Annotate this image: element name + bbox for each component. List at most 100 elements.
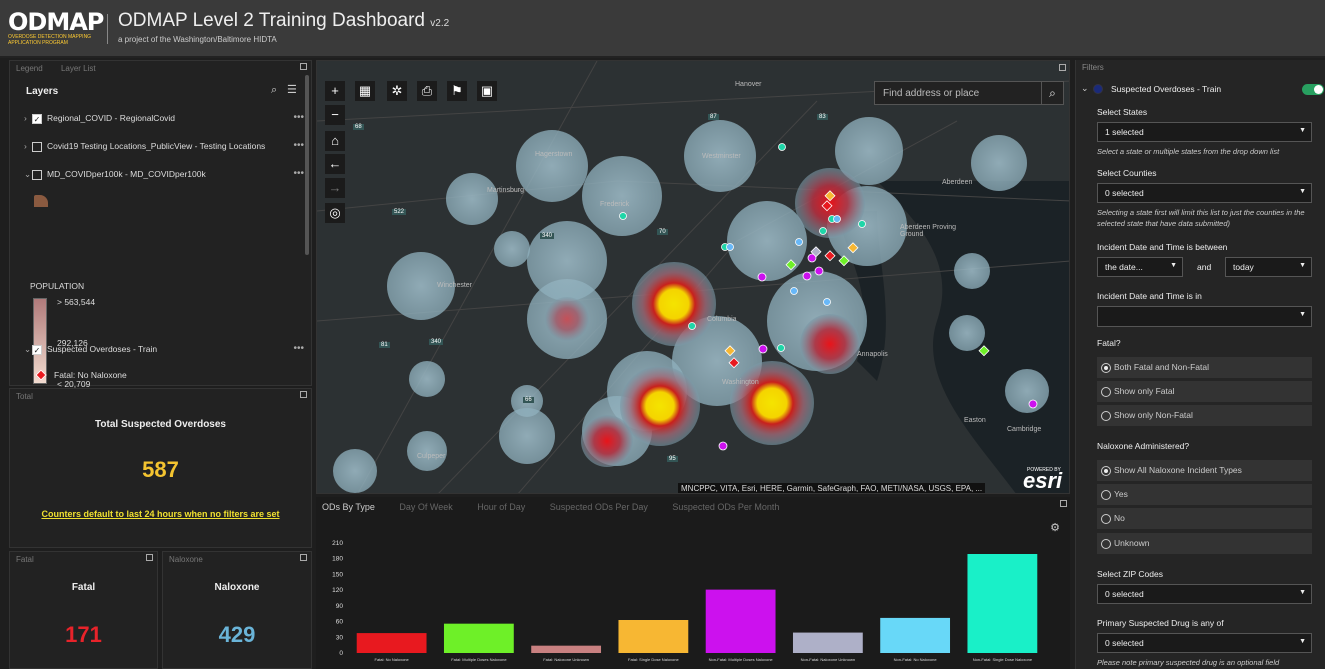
radio-button[interactable] [1101, 465, 1111, 476]
layer-filter-toggle[interactable] [1302, 84, 1324, 95]
route-shield: 66 [523, 397, 534, 403]
layer-list-button[interactable]: ✲ [387, 81, 407, 101]
radio-button[interactable] [1101, 410, 1111, 421]
app-title: ODMAP Level 2 Training Dashboard v2.2 [118, 10, 449, 32]
radio-button[interactable] [1101, 513, 1111, 524]
bar[interactable] [356, 633, 427, 653]
maximize-icon[interactable] [146, 554, 153, 561]
app-version: v2.2 [430, 18, 450, 29]
route-shield: 83 [817, 114, 828, 120]
maximize-icon[interactable] [300, 391, 307, 398]
place-label: Cambridge [1007, 426, 1042, 433]
layer-row-testing-locations[interactable]: › Covid19 Testing Locations_PublicView - … [24, 139, 304, 153]
zip-select[interactable]: 0 selected ▼ [1097, 584, 1312, 604]
naloxone-option-all[interactable]: Show All Naloxone Incident Types [1097, 460, 1312, 481]
total-value: 587 [142, 457, 179, 482]
forward-arrow-button[interactable]: → [325, 178, 345, 198]
locate-button[interactable]: ◎ [325, 203, 345, 223]
maximize-icon[interactable] [300, 63, 307, 70]
states-select[interactable]: 1 selected ▼ [1097, 122, 1312, 142]
layer-checkbox[interactable] [32, 169, 42, 180]
collapse-caret-icon[interactable]: ⌄ [24, 342, 32, 356]
bar[interactable] [618, 620, 689, 653]
layer-checkbox[interactable]: ✓ [32, 344, 42, 355]
radio-button[interactable] [1101, 538, 1111, 549]
layer-row-md-covid[interactable]: ⌄ MD_COVIDper100k - MD_COVIDper100k ••• [24, 167, 304, 181]
bar[interactable] [967, 554, 1038, 653]
radio-button[interactable] [1101, 362, 1111, 373]
map-search[interactable]: ⌕ [874, 81, 1064, 105]
states-label: Select States [1097, 107, 1148, 117]
date-in-select[interactable]: ▼ [1097, 306, 1312, 327]
fatal-filter-label: Fatal? [1097, 338, 1121, 348]
zoom-in-button[interactable]: + [325, 81, 345, 101]
fatal-option-fatal[interactable]: Show only Fatal [1097, 381, 1312, 402]
more-options-icon[interactable]: ••• [293, 139, 304, 153]
chevron-down-icon[interactable]: ⌄ [1081, 83, 1089, 94]
basemap-gallery-button[interactable]: ▦ [355, 81, 375, 101]
bar[interactable] [705, 589, 776, 653]
counties-select[interactable]: 0 selected ▼ [1097, 183, 1312, 203]
tab-layer-list[interactable]: Layer List [61, 64, 96, 73]
more-options-icon[interactable]: ••• [293, 111, 304, 125]
more-options-icon[interactable]: ••• [293, 167, 304, 181]
fatal-option-nonfatal[interactable]: Show only Non-Fatal [1097, 405, 1312, 426]
back-arrow-button[interactable]: ← [325, 154, 345, 174]
date-from-select[interactable]: the date... ▼ [1097, 257, 1183, 277]
bar[interactable] [792, 632, 863, 653]
gear-icon[interactable]: ⚙ [1050, 521, 1060, 534]
layer-checkbox[interactable] [32, 141, 42, 152]
fatal-option-both[interactable]: Both Fatal and Non-Fatal [1097, 357, 1312, 378]
map-view[interactable]: + − ⌂ ← → ◎ ▦ ✲ ⎙ ⚑ ▣ ⌕ Hanover Hagersto… [316, 60, 1070, 494]
home-button[interactable]: ⌂ [325, 131, 345, 151]
legend-scrollbar[interactable] [305, 75, 309, 255]
drug-label: Primary Suspected Drug is any of [1097, 618, 1224, 628]
maximize-icon[interactable] [1059, 64, 1066, 71]
layer-row-suspected-overdoses[interactable]: ⌄ ✓ Suspected Overdoses - Train ••• [24, 342, 304, 356]
drug-select[interactable]: 0 selected ▼ [1097, 633, 1312, 653]
y-tick-label: 90 [336, 603, 344, 610]
date-to-select[interactable]: today ▼ [1225, 257, 1312, 277]
filters-header: Filters [1082, 63, 1104, 72]
more-options-icon[interactable]: ••• [293, 342, 304, 356]
tab-legend[interactable]: Legend [16, 64, 43, 73]
bar[interactable] [531, 645, 602, 653]
logo-text: ODMAP [8, 8, 104, 36]
tab-ods-per-day[interactable]: Suspected ODs Per Day [550, 502, 648, 512]
collapse-caret-icon[interactable]: ⌄ [24, 167, 32, 181]
radio-button[interactable] [1101, 489, 1111, 500]
naloxone-option-unknown[interactable]: Unknown [1097, 533, 1312, 554]
search-input[interactable] [875, 82, 1042, 104]
expand-caret-icon[interactable]: › [24, 139, 32, 153]
app-title-text: ODMAP Level 2 Training Dashboard [118, 10, 425, 31]
filter-list-icon[interactable]: ☰ [287, 83, 297, 96]
radio-button[interactable] [1101, 386, 1111, 397]
x-tick-label: Non-Fatal: No Naloxone [894, 657, 938, 662]
bar[interactable] [443, 623, 514, 653]
naloxone-option-yes[interactable]: Yes [1097, 484, 1312, 505]
y-tick-label: 150 [332, 571, 343, 578]
share-button[interactable]: ▣ [477, 81, 497, 101]
counters-note-link[interactable]: Counters default to last 24 hours when n… [10, 509, 311, 519]
layer-checkbox[interactable]: ✓ [32, 113, 42, 124]
layer-color-icon [1093, 84, 1103, 94]
tab-ods-per-month[interactable]: Suspected ODs Per Month [672, 502, 779, 512]
layer-row-regional-covid[interactable]: › ✓ Regional_COVID - RegionalCovid ••• [24, 111, 304, 125]
measure-button[interactable]: ⚑ [447, 81, 467, 101]
tab-ods-by-type[interactable]: ODs By Type [322, 502, 375, 512]
naloxone-option-no[interactable]: No [1097, 508, 1312, 529]
maximize-icon[interactable] [1060, 500, 1067, 507]
search-icon[interactable]: ⌕ [271, 84, 277, 97]
map-canvas[interactable] [317, 61, 1070, 494]
bar[interactable] [880, 617, 951, 653]
expand-caret-icon[interactable]: › [24, 111, 32, 125]
x-tick-label: Fatal: Single Dose Naloxone [628, 657, 679, 662]
tab-hour-of-day[interactable]: Hour of Day [477, 502, 525, 512]
zoom-out-button[interactable]: − [325, 105, 345, 125]
print-button[interactable]: ⎙ [417, 81, 437, 101]
search-icon[interactable]: ⌕ [1041, 82, 1063, 104]
naloxone-title: Naloxone [214, 582, 260, 593]
maximize-icon[interactable] [300, 554, 307, 561]
tab-day-of-week[interactable]: Day Of Week [399, 502, 452, 512]
y-tick-label: 60 [336, 619, 344, 626]
